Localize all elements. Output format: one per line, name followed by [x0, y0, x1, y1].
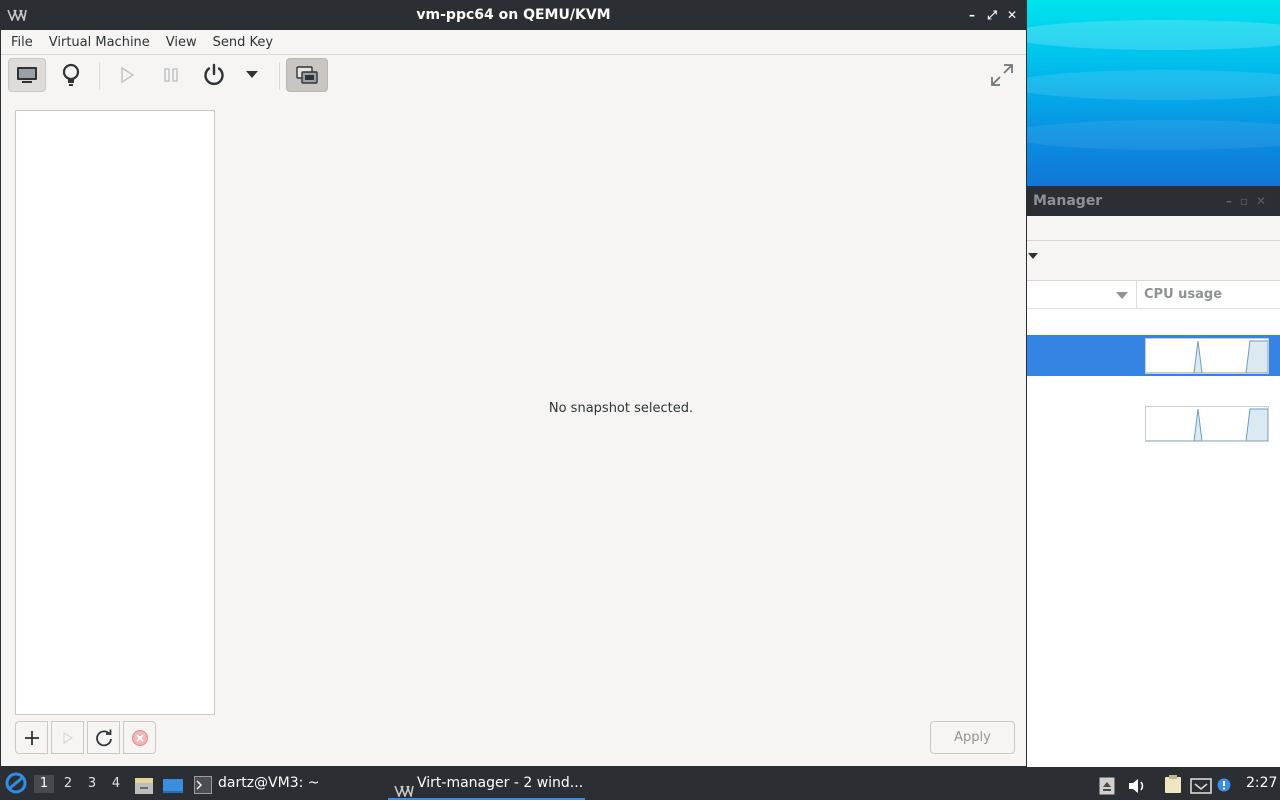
play-icon [121, 66, 135, 84]
show-desktop-launcher[interactable] [162, 775, 184, 793]
virt-manager-task-icon [394, 777, 414, 799]
eject-icon [1099, 777, 1115, 795]
fullscreen-icon [991, 64, 1013, 86]
refresh-snapshots-button[interactable] [87, 721, 120, 754]
run-button[interactable] [108, 58, 146, 92]
terminal-icon [194, 776, 212, 794]
snapshots-button[interactable] [286, 58, 328, 92]
menubar: File Virtual Machine View Send Key [1, 30, 1026, 55]
terminal-task[interactable]: dartz@VM3: ~ [218, 767, 320, 800]
file-manager-launcher[interactable] [134, 775, 154, 794]
snapshots-page: No snapshot selected. Apply [1, 101, 1026, 767]
plus-icon [24, 730, 39, 745]
tray-clipboard[interactable] [1163, 774, 1183, 794]
delete-icon [131, 729, 148, 746]
start-snapshot-button[interactable] [51, 721, 84, 754]
network-icon [1190, 778, 1212, 794]
lxqt-logo-icon [5, 772, 27, 794]
workspace-1[interactable]: 1 [34, 775, 54, 793]
details-button[interactable] [52, 58, 90, 92]
workspace-4[interactable]: 4 [106, 775, 126, 793]
workspace-3[interactable]: 3 [82, 775, 102, 793]
virt-manager-titlebar[interactable]: Manager –▫✕ [1026, 186, 1280, 216]
toolbar [1, 55, 1026, 100]
chevron-down-icon [246, 71, 258, 78]
taskbar: 1 2 3 4 dartz@VM3: ~ Virt-manager - 2 wi… [0, 767, 1280, 800]
vm-list-header: CPU usage [1026, 281, 1280, 309]
info-icon [1217, 778, 1231, 792]
refresh-icon [95, 729, 112, 746]
menu-file[interactable]: File [3, 30, 41, 55]
vm-details-window[interactable]: vm-ppc64 on QEMU/KVM – ⤢ ✕ File Virtual … [0, 0, 1027, 767]
start-menu-button[interactable] [5, 772, 27, 794]
tray-notification[interactable] [1217, 772, 1231, 792]
add-snapshot-button[interactable] [15, 721, 48, 754]
snapshots-icon [296, 66, 318, 84]
dropdown-arrow-icon[interactable] [1028, 253, 1038, 259]
shutdown-menu-button[interactable] [235, 58, 269, 92]
maximize-icon[interactable]: ⤢ [984, 7, 1000, 23]
tray-volume[interactable] [1127, 775, 1147, 793]
delete-snapshot-button[interactable] [123, 721, 156, 754]
cpu-usage-graph [1145, 338, 1269, 374]
snapshot-list[interactable] [15, 110, 215, 715]
pause-icon [164, 68, 178, 82]
window-title: vm-ppc64 on QEMU/KVM [416, 7, 611, 23]
menu-send-key[interactable]: Send Key [205, 30, 281, 55]
virt-manager-menubar [1026, 216, 1280, 241]
menu-virtual-machine[interactable]: Virtual Machine [41, 30, 158, 55]
snapshot-placeholder-text: No snapshot selected. [548, 401, 694, 416]
cpu-usage-graph [1145, 406, 1269, 442]
console-button[interactable] [8, 58, 46, 92]
terminal-task-icon[interactable] [194, 774, 212, 794]
cpu-usage-column-header[interactable]: CPU usage [1144, 287, 1222, 302]
fullscreen-button[interactable] [983, 58, 1021, 92]
lightbulb-icon [62, 63, 80, 86]
apply-button[interactable]: Apply [930, 721, 1015, 754]
desktop-icon [163, 779, 183, 793]
tray-network[interactable] [1190, 775, 1212, 794]
pause-button[interactable] [152, 58, 190, 92]
toolbar-separator [279, 62, 280, 90]
power-icon [204, 63, 224, 86]
tray-eject[interactable] [1099, 775, 1115, 795]
virt-manager-task-label: Virt-manager - 2 wind... [417, 775, 584, 791]
virt-manager-window[interactable]: Manager –▫✕ CPU usage [1026, 186, 1280, 767]
sort-arrow-icon[interactable] [1116, 292, 1128, 299]
vm-list-row[interactable] [1026, 403, 1280, 444]
window-controls[interactable]: –▫✕ [1226, 186, 1274, 216]
workspace-2[interactable]: 2 [58, 775, 78, 793]
clipboard-icon [1165, 775, 1181, 793]
virt-manager-app-icon [394, 785, 414, 799]
toolbar-separator [99, 62, 100, 90]
desktop-wallpaper [1026, 0, 1280, 186]
vm-list-row[interactable] [1026, 335, 1280, 376]
close-icon[interactable]: ✕ [1004, 7, 1020, 23]
window-titlebar[interactable]: vm-ppc64 on QEMU/KVM – ⤢ ✕ [1, 1, 1026, 30]
virt-manager-toolbar [1026, 241, 1280, 281]
volume-icon [1129, 779, 1144, 793]
play-icon [62, 731, 73, 744]
monitor-icon [17, 67, 37, 83]
folder-icon [135, 778, 153, 794]
virt-manager-title: Manager [1033, 193, 1103, 209]
shutdown-button[interactable] [195, 58, 233, 92]
column-separator [1136, 281, 1137, 309]
clock[interactable]: 2:27 [1246, 767, 1277, 800]
minimize-icon[interactable]: – [964, 7, 980, 23]
menu-view[interactable]: View [158, 30, 205, 55]
